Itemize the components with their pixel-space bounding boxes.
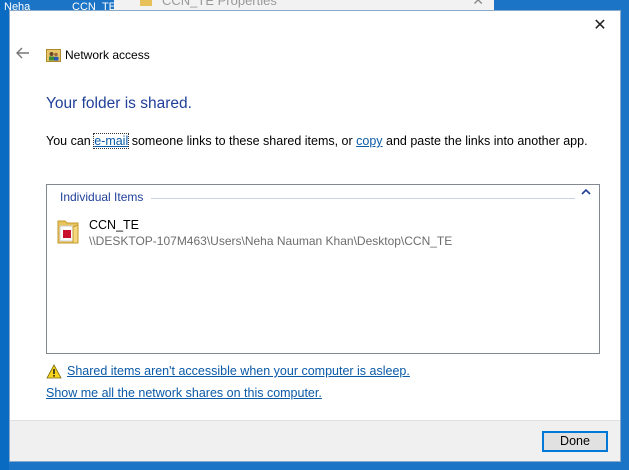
list-item[interactable]: CCN_TE \\DESKTOP-107M463\Users\Neha Naum… bbox=[57, 215, 577, 255]
description-part: You can bbox=[46, 134, 95, 148]
sleep-warning-link[interactable]: Shared items aren't accessible when your… bbox=[67, 364, 410, 378]
item-network-path: \\DESKTOP-107M463\Users\Neha Nauman Khan… bbox=[89, 234, 453, 248]
description-part: and paste the links into another app. bbox=[382, 134, 588, 148]
close-button[interactable]: ✕ bbox=[590, 17, 610, 37]
email-link[interactable]: e-mail bbox=[93, 133, 130, 149]
description-text: You can e-mail someone links to these sh… bbox=[46, 133, 588, 149]
copy-link[interactable]: copy bbox=[356, 134, 382, 148]
dialog-title: Network access bbox=[65, 48, 150, 62]
done-button[interactable]: Done bbox=[542, 431, 608, 452]
network-access-dialog: ✕ Network access Your folder is shared. … bbox=[9, 10, 621, 462]
group-divider bbox=[151, 198, 575, 199]
chevron-up-icon[interactable] bbox=[581, 188, 591, 196]
close-icon: ✕ bbox=[472, 0, 484, 8]
shared-heading: Your folder is shared. bbox=[46, 95, 192, 112]
description-part: someone links to these shared items, or bbox=[128, 134, 357, 148]
back-arrow-icon bbox=[16, 47, 29, 59]
folder-icon bbox=[57, 220, 79, 244]
group-header-label: Individual Items bbox=[60, 190, 144, 204]
dialog-footer: Done bbox=[10, 420, 620, 461]
back-button[interactable] bbox=[16, 47, 34, 61]
properties-window-title: CCN_TE Properties bbox=[162, 0, 277, 8]
desktop-background bbox=[0, 0, 9, 470]
item-name: CCN_TE bbox=[89, 218, 140, 232]
warning-icon bbox=[46, 364, 62, 379]
network-shares-link[interactable]: Show me all the network shares on this c… bbox=[46, 386, 322, 400]
shared-items-list: Individual Items CCN_TE \\DESKTOP-107M46… bbox=[46, 184, 600, 354]
folder-icon bbox=[140, 0, 152, 6]
network-users-icon bbox=[46, 49, 61, 62]
